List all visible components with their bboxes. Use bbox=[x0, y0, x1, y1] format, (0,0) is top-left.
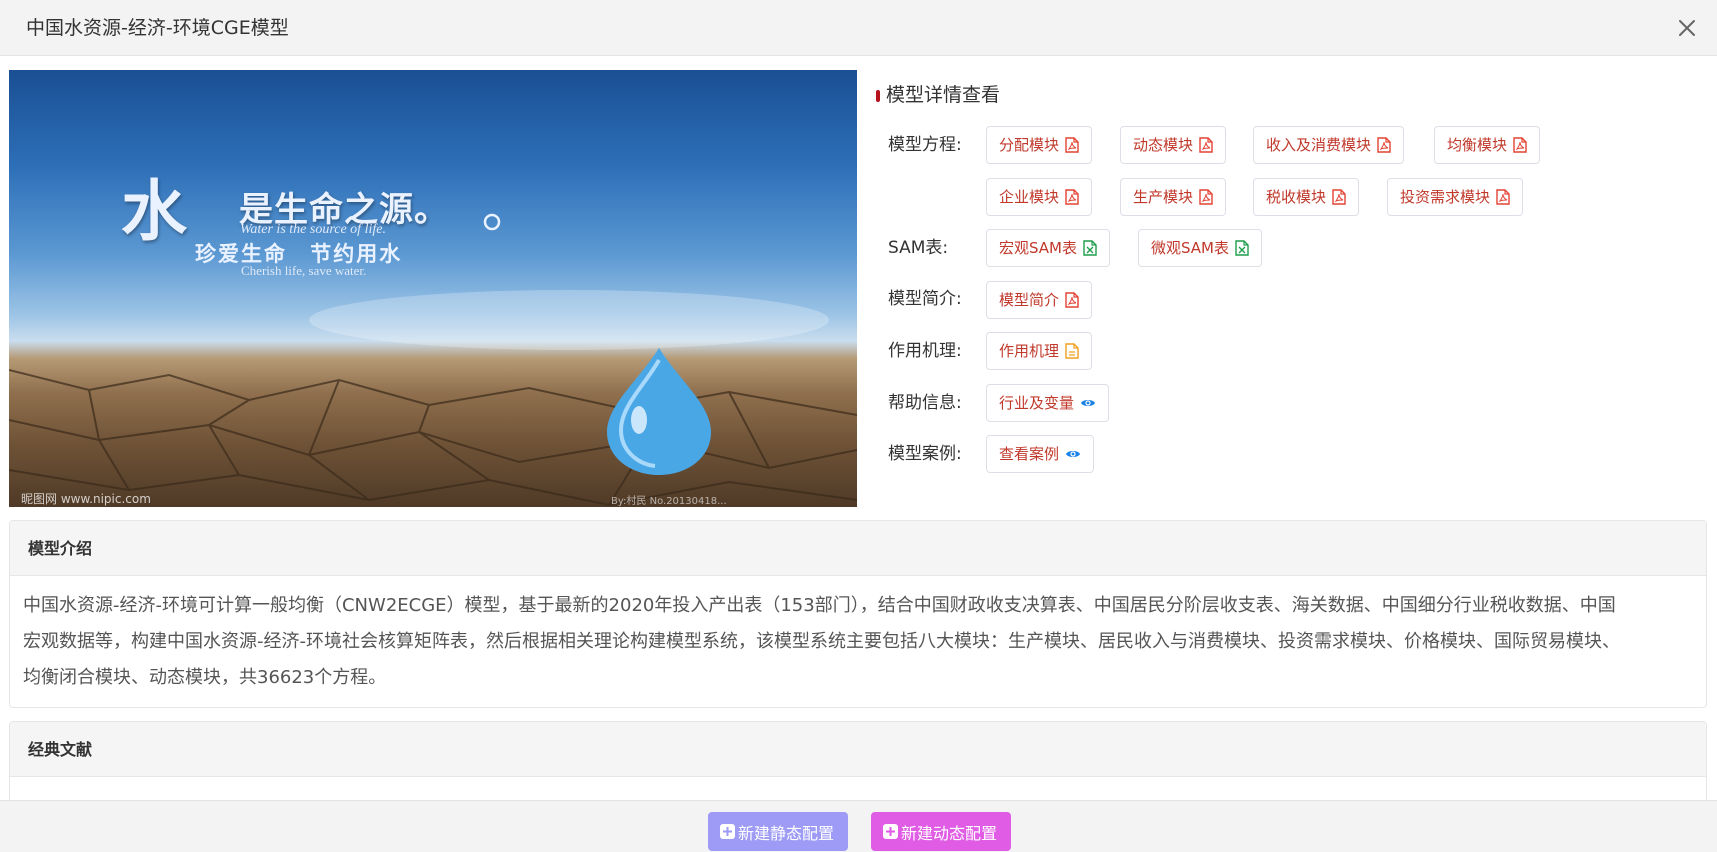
excel-file-icon bbox=[1083, 240, 1097, 256]
document-file-icon bbox=[1065, 343, 1079, 359]
intro-line: 宏观数据等，构建中国水资源-经济-环境社会核算矩阵表，然后根据相关理论构建模型系… bbox=[23, 631, 1620, 652]
row-label-cases: 模型案例: bbox=[888, 444, 962, 464]
btn-investment-demand-module[interactable]: 投资需求模块 bbox=[1387, 178, 1524, 216]
row-label-help: 帮助信息: bbox=[888, 393, 962, 413]
modal-header: 中国水资源-经济-环境CGE模型 bbox=[0, 0, 1717, 56]
row-label-sam: SAM表: bbox=[888, 238, 949, 258]
btn-mechanism[interactable]: 作用机理 bbox=[986, 332, 1093, 370]
row-label-equations: 模型方程: bbox=[888, 135, 962, 155]
intro-line: 均衡闭合模块、动态模块，共36623个方程。 bbox=[23, 667, 387, 688]
btn-allocation-module[interactable]: 分配模块 bbox=[986, 126, 1093, 164]
pdf-file-icon bbox=[1065, 292, 1079, 308]
btn-industry-variables[interactable]: 行业及变量 bbox=[986, 384, 1110, 422]
pdf-file-icon bbox=[1065, 189, 1079, 205]
literature-title: 经典文献 bbox=[10, 722, 1706, 777]
btn-dynamic-module[interactable]: 动态模块 bbox=[1120, 126, 1227, 164]
banner-watermark-right: By:村民 No.20130418... bbox=[611, 496, 727, 507]
btn-micro-sam[interactable]: 微观SAM表 bbox=[1138, 229, 1263, 267]
plus-icon bbox=[883, 824, 898, 839]
model-intro-body: 中国水资源-经济-环境可计算一般均衡（CNW2ECGE）模型，基于最新的2020… bbox=[10, 576, 1706, 696]
pdf-file-icon bbox=[1332, 189, 1346, 205]
model-intro-title: 模型介绍 bbox=[10, 521, 1706, 576]
model-banner-image: 水 是生命之源。 Water is the source of life. 珍爱… bbox=[9, 70, 857, 507]
eye-icon bbox=[1065, 448, 1081, 460]
pdf-file-icon bbox=[1199, 189, 1213, 205]
btn-production-module[interactable]: 生产模块 bbox=[1120, 178, 1227, 216]
plus-icon bbox=[720, 824, 735, 839]
btn-model-intro[interactable]: 模型简介 bbox=[986, 281, 1093, 319]
btn-equilibrium-module[interactable]: 均衡模块 bbox=[1434, 126, 1541, 164]
pdf-file-icon bbox=[1496, 189, 1510, 205]
detail-section-title: 模型详情查看 bbox=[876, 82, 1000, 108]
excel-file-icon bbox=[1235, 240, 1249, 256]
pdf-file-icon bbox=[1377, 137, 1391, 153]
btn-view-cases[interactable]: 查看案例 bbox=[986, 435, 1095, 473]
btn-enterprise-module[interactable]: 企业模块 bbox=[986, 178, 1093, 216]
intro-line: 中国水资源-经济-环境可计算一般均衡（CNW2ECGE）模型，基于最新的2020… bbox=[23, 595, 1616, 616]
new-dynamic-config-button[interactable]: 新建动态配置 bbox=[871, 812, 1011, 851]
modal-footer: 新建静态配置 新建动态配置 bbox=[0, 800, 1717, 852]
close-icon[interactable] bbox=[1675, 16, 1699, 40]
banner-english-2: Cherish life, save water. bbox=[241, 263, 367, 278]
pdf-file-icon bbox=[1199, 137, 1213, 153]
pdf-file-icon bbox=[1065, 137, 1079, 153]
btn-tax-module[interactable]: 税收模块 bbox=[1253, 178, 1360, 216]
eye-icon bbox=[1080, 397, 1096, 409]
row-label-intro: 模型简介: bbox=[888, 289, 962, 309]
modal-title: 中国水资源-经济-环境CGE模型 bbox=[26, 17, 289, 39]
model-intro-section: 模型介绍 中国水资源-经济-环境可计算一般均衡（CNW2ECGE）模型，基于最新… bbox=[9, 520, 1707, 708]
row-label-mechanism: 作用机理: bbox=[888, 341, 962, 361]
banner-big-char: 水 bbox=[121, 172, 187, 250]
btn-income-consumption-module[interactable]: 收入及消费模块 bbox=[1253, 126, 1405, 164]
btn-macro-sam[interactable]: 宏观SAM表 bbox=[986, 229, 1111, 267]
pdf-file-icon bbox=[1513, 137, 1527, 153]
new-static-config-button[interactable]: 新建静态配置 bbox=[708, 812, 848, 851]
banner-english-1: Water is the source of life. bbox=[240, 222, 386, 237]
banner-watermark-left: 昵图网 www.nipic.com bbox=[21, 492, 151, 506]
